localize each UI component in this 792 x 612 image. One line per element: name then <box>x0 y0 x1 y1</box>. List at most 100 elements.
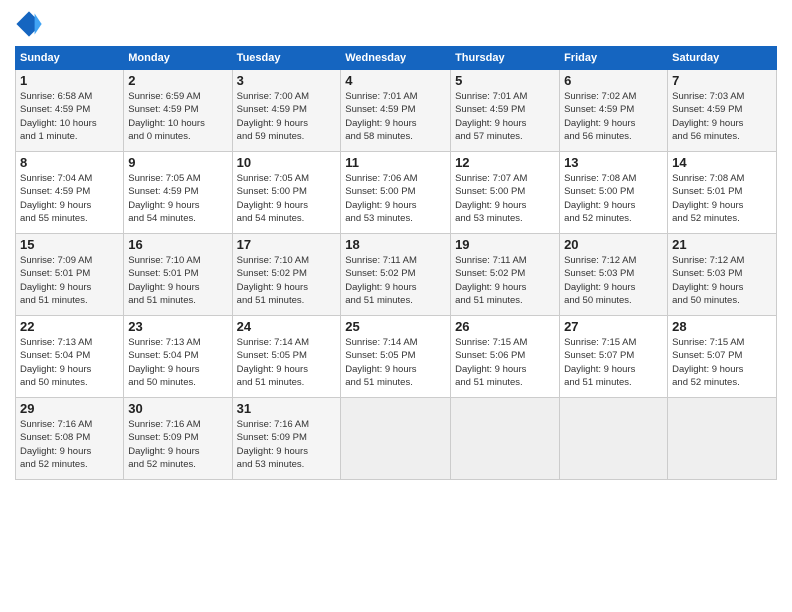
day-info: Sunrise: 7:14 AM Sunset: 5:05 PM Dayligh… <box>237 336 337 389</box>
calendar-week-row: 15 Sunrise: 7:09 AM Sunset: 5:01 PM Dayli… <box>16 234 777 316</box>
day-info: Sunrise: 7:10 AM Sunset: 5:01 PM Dayligh… <box>128 254 227 307</box>
calendar-cell: 12 Sunrise: 7:07 AM Sunset: 5:00 PM Dayli… <box>451 152 560 234</box>
day-info: Sunrise: 7:01 AM Sunset: 4:59 PM Dayligh… <box>455 90 555 143</box>
day-info: Sunrise: 7:05 AM Sunset: 4:59 PM Dayligh… <box>128 172 227 225</box>
day-info: Sunrise: 7:08 AM Sunset: 5:00 PM Dayligh… <box>564 172 663 225</box>
day-info: Sunrise: 7:01 AM Sunset: 4:59 PM Dayligh… <box>345 90 446 143</box>
day-info: Sunrise: 6:59 AM Sunset: 4:59 PM Dayligh… <box>128 90 227 143</box>
day-number: 16 <box>128 237 227 252</box>
calendar-cell: 3 Sunrise: 7:00 AM Sunset: 4:59 PM Daylig… <box>232 70 341 152</box>
day-info: Sunrise: 7:06 AM Sunset: 5:00 PM Dayligh… <box>345 172 446 225</box>
day-number: 2 <box>128 73 227 88</box>
calendar-cell: 5 Sunrise: 7:01 AM Sunset: 4:59 PM Daylig… <box>451 70 560 152</box>
day-info: Sunrise: 7:07 AM Sunset: 5:00 PM Dayligh… <box>455 172 555 225</box>
day-number: 12 <box>455 155 555 170</box>
calendar-cell: 29Sunrise: 7:16 AM Sunset: 5:08 PM Dayli… <box>16 398 124 480</box>
day-number: 18 <box>345 237 446 252</box>
calendar-cell: 31 Sunrise: 7:16 AM Sunset: 5:09 PM Dayli… <box>232 398 341 480</box>
day-info: Sunrise: 7:08 AM Sunset: 5:01 PM Dayligh… <box>672 172 772 225</box>
calendar-cell: 16 Sunrise: 7:10 AM Sunset: 5:01 PM Dayli… <box>124 234 232 316</box>
day-info: Sunrise: 7:00 AM Sunset: 4:59 PM Dayligh… <box>237 90 337 143</box>
day-number: 22 <box>20 319 119 334</box>
day-number: 3 <box>237 73 337 88</box>
day-number: 31 <box>237 401 337 416</box>
day-info: Sunrise: 7:13 AM Sunset: 5:04 PM Dayligh… <box>20 336 119 389</box>
day-info: Sunrise: 6:58 AM Sunset: 4:59 PM Dayligh… <box>20 90 119 143</box>
calendar-cell <box>451 398 560 480</box>
logo-icon <box>15 10 43 38</box>
day-number: 27 <box>564 319 663 334</box>
day-number: 20 <box>564 237 663 252</box>
day-number: 5 <box>455 73 555 88</box>
calendar-cell <box>560 398 668 480</box>
day-info: Sunrise: 7:04 AM Sunset: 4:59 PM Dayligh… <box>20 172 119 225</box>
day-info: Sunrise: 7:16 AM Sunset: 5:09 PM Dayligh… <box>237 418 337 471</box>
calendar-body: 1 Sunrise: 6:58 AM Sunset: 4:59 PM Daylig… <box>16 70 777 480</box>
day-info: Sunrise: 7:16 AM Sunset: 5:09 PM Dayligh… <box>128 418 227 471</box>
calendar-cell: 11 Sunrise: 7:06 AM Sunset: 5:00 PM Dayli… <box>341 152 451 234</box>
day-number: 15 <box>20 237 119 252</box>
day-number: 28 <box>672 319 772 334</box>
weekday-header-friday: Friday <box>560 47 668 70</box>
calendar-week-row: 22 Sunrise: 7:13 AM Sunset: 5:04 PM Dayli… <box>16 316 777 398</box>
calendar-cell: 27 Sunrise: 7:15 AM Sunset: 5:07 PM Dayli… <box>560 316 668 398</box>
calendar-cell: 15 Sunrise: 7:09 AM Sunset: 5:01 PM Dayli… <box>16 234 124 316</box>
day-info: Sunrise: 7:05 AM Sunset: 5:00 PM Dayligh… <box>237 172 337 225</box>
calendar-cell <box>668 398 777 480</box>
day-info: Sunrise: 7:11 AM Sunset: 5:02 PM Dayligh… <box>455 254 555 307</box>
day-info: Sunrise: 7:15 AM Sunset: 5:06 PM Dayligh… <box>455 336 555 389</box>
weekday-header-sunday: Sunday <box>16 47 124 70</box>
calendar-week-row: 29Sunrise: 7:16 AM Sunset: 5:08 PM Dayli… <box>16 398 777 480</box>
day-info: Sunrise: 7:02 AM Sunset: 4:59 PM Dayligh… <box>564 90 663 143</box>
calendar-cell: 18 Sunrise: 7:11 AM Sunset: 5:02 PM Dayli… <box>341 234 451 316</box>
day-info: Sunrise: 7:11 AM Sunset: 5:02 PM Dayligh… <box>345 254 446 307</box>
calendar-cell: 25 Sunrise: 7:14 AM Sunset: 5:05 PM Dayli… <box>341 316 451 398</box>
day-number: 8 <box>20 155 119 170</box>
calendar-week-row: 1 Sunrise: 6:58 AM Sunset: 4:59 PM Daylig… <box>16 70 777 152</box>
day-number: 11 <box>345 155 446 170</box>
logo <box>15 10 46 38</box>
calendar-cell: 14Sunrise: 7:08 AM Sunset: 5:01 PM Dayli… <box>668 152 777 234</box>
day-number: 21 <box>672 237 772 252</box>
day-info: Sunrise: 7:03 AM Sunset: 4:59 PM Dayligh… <box>672 90 772 143</box>
calendar-cell: 28Sunrise: 7:15 AM Sunset: 5:07 PM Dayli… <box>668 316 777 398</box>
day-number: 23 <box>128 319 227 334</box>
calendar-cell: 1 Sunrise: 6:58 AM Sunset: 4:59 PM Daylig… <box>16 70 124 152</box>
day-info: Sunrise: 7:16 AM Sunset: 5:08 PM Dayligh… <box>20 418 119 471</box>
day-number: 17 <box>237 237 337 252</box>
calendar-table: SundayMondayTuesdayWednesdayThursdayFrid… <box>15 46 777 480</box>
day-number: 4 <box>345 73 446 88</box>
weekday-header-thursday: Thursday <box>451 47 560 70</box>
calendar-week-row: 8 Sunrise: 7:04 AM Sunset: 4:59 PM Daylig… <box>16 152 777 234</box>
day-info: Sunrise: 7:12 AM Sunset: 5:03 PM Dayligh… <box>672 254 772 307</box>
weekday-header-tuesday: Tuesday <box>232 47 341 70</box>
weekday-header-saturday: Saturday <box>668 47 777 70</box>
calendar-cell: 4 Sunrise: 7:01 AM Sunset: 4:59 PM Daylig… <box>341 70 451 152</box>
calendar-cell: 19 Sunrise: 7:11 AM Sunset: 5:02 PM Dayli… <box>451 234 560 316</box>
page-header <box>15 10 777 38</box>
calendar-cell: 17 Sunrise: 7:10 AM Sunset: 5:02 PM Dayli… <box>232 234 341 316</box>
day-number: 19 <box>455 237 555 252</box>
weekday-header-wednesday: Wednesday <box>341 47 451 70</box>
calendar-cell: 26 Sunrise: 7:15 AM Sunset: 5:06 PM Dayli… <box>451 316 560 398</box>
weekday-header-row: SundayMondayTuesdayWednesdayThursdayFrid… <box>16 47 777 70</box>
calendar-cell: 7 Sunrise: 7:03 AM Sunset: 4:59 PM Daylig… <box>668 70 777 152</box>
day-number: 30 <box>128 401 227 416</box>
day-info: Sunrise: 7:09 AM Sunset: 5:01 PM Dayligh… <box>20 254 119 307</box>
day-number: 26 <box>455 319 555 334</box>
calendar-cell: 10Sunrise: 7:05 AM Sunset: 5:00 PM Dayli… <box>232 152 341 234</box>
day-number: 24 <box>237 319 337 334</box>
day-number: 9 <box>128 155 227 170</box>
calendar-cell <box>341 398 451 480</box>
calendar-cell: 9 Sunrise: 7:05 AM Sunset: 4:59 PM Daylig… <box>124 152 232 234</box>
day-info: Sunrise: 7:14 AM Sunset: 5:05 PM Dayligh… <box>345 336 446 389</box>
day-info: Sunrise: 7:13 AM Sunset: 5:04 PM Dayligh… <box>128 336 227 389</box>
weekday-header-monday: Monday <box>124 47 232 70</box>
day-number: 1 <box>20 73 119 88</box>
day-info: Sunrise: 7:15 AM Sunset: 5:07 PM Dayligh… <box>564 336 663 389</box>
calendar-cell: 2 Sunrise: 6:59 AM Sunset: 4:59 PM Daylig… <box>124 70 232 152</box>
day-number: 7 <box>672 73 772 88</box>
day-number: 25 <box>345 319 446 334</box>
calendar-cell: 21 Sunrise: 7:12 AM Sunset: 5:03 PM Dayli… <box>668 234 777 316</box>
day-info: Sunrise: 7:10 AM Sunset: 5:02 PM Dayligh… <box>237 254 337 307</box>
